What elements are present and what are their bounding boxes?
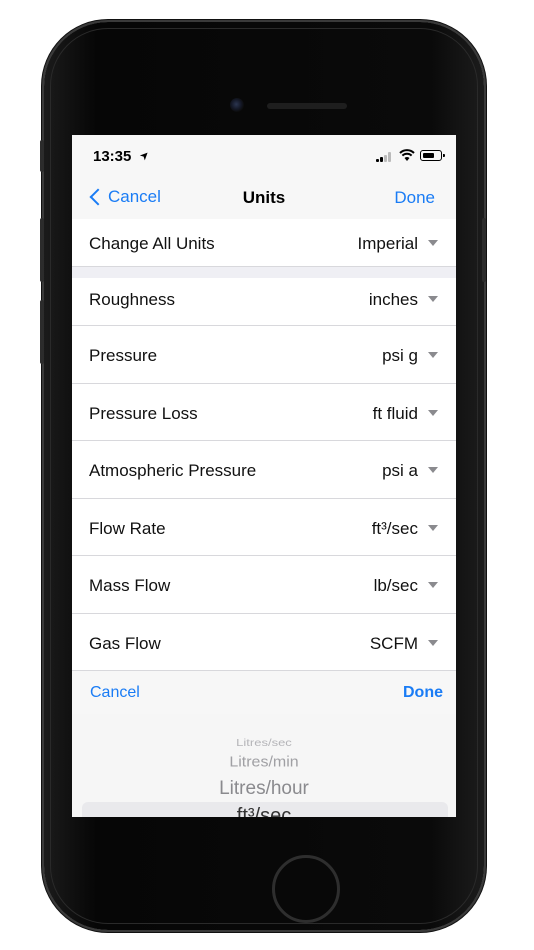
change-all-units-label: Change All Units: [89, 234, 215, 253]
screen: 13:35 ➤ Cancel Units Done Change All Uni…: [72, 135, 456, 817]
unit-label: Atmospheric Pressure: [89, 461, 257, 480]
unit-row-roughness[interactable]: Roughness inches: [72, 278, 456, 326]
picker-option[interactable]: Litres/sec: [72, 737, 456, 749]
unit-label: Flow Rate: [89, 519, 166, 538]
dropdown-caret-icon: [428, 352, 438, 358]
unit-row-pressure[interactable]: Pressure psi g: [72, 326, 456, 384]
unit-value: lb/sec: [373, 576, 418, 595]
unit-value: inches: [368, 290, 418, 309]
location-arrow-icon: ➤: [137, 148, 153, 164]
unit-value: psi a: [382, 461, 418, 480]
dropdown-caret-icon: [428, 296, 438, 302]
picker-option-selected[interactable]: ft³/sec: [72, 805, 456, 817]
power-button: [482, 218, 486, 282]
dropdown-caret-icon: [428, 582, 438, 588]
picker-toolbar: Cancel Done: [72, 670, 456, 715]
picker-option[interactable]: Litres/min: [72, 755, 456, 771]
home-button[interactable]: [272, 855, 340, 923]
mute-switch: [40, 140, 44, 172]
volume-up-button: [40, 218, 44, 282]
battery-icon: [420, 150, 445, 161]
dropdown-caret-icon: [428, 410, 438, 416]
unit-row-mass-flow[interactable]: Mass Flow lb/sec: [72, 556, 456, 614]
unit-value: ft fluid: [372, 404, 418, 423]
dropdown-caret-icon: [428, 525, 438, 531]
navigation-bar: Cancel Units Done: [72, 177, 456, 220]
unit-label: Roughness: [89, 290, 176, 309]
front-camera: [230, 98, 244, 112]
chevron-left-icon: [89, 188, 107, 206]
unit-row-flow-rate[interactable]: Flow Rate ft³/sec: [72, 499, 456, 556]
unit-label: Mass Flow: [89, 576, 171, 595]
picker-done-button[interactable]: Done: [403, 684, 443, 702]
nav-cancel-button[interactable]: Cancel: [88, 187, 161, 207]
unit-row-atmospheric-pressure[interactable]: Atmospheric Pressure psi a: [72, 441, 456, 499]
earpiece-speaker: [267, 103, 347, 109]
dropdown-caret-icon: [428, 467, 438, 473]
change-all-units-row[interactable]: Change All Units Imperial: [72, 219, 456, 267]
unit-value: ft³/sec: [371, 519, 418, 538]
volume-down-button: [40, 300, 44, 364]
unit-value: psi g: [382, 346, 418, 365]
nav-cancel-label: Cancel: [108, 187, 161, 206]
dropdown-caret-icon: [428, 240, 438, 246]
unit-row-gas-flow[interactable]: Gas Flow SCFM: [72, 614, 456, 670]
unit-label: Pressure Loss: [89, 404, 198, 423]
unit-value: SCFM: [369, 634, 418, 653]
status-bar: 13:35 ➤: [72, 135, 456, 177]
nav-done-button[interactable]: Done: [394, 188, 435, 208]
wifi-icon: [399, 149, 415, 161]
picker-cancel-button[interactable]: Cancel: [90, 684, 140, 702]
unit-row-pressure-loss[interactable]: Pressure Loss ft fluid: [72, 384, 456, 441]
change-all-units-value: Imperial: [357, 234, 418, 253]
unit-label: Pressure: [89, 346, 158, 365]
picker-option[interactable]: Litres/hour: [72, 778, 456, 800]
dropdown-caret-icon: [428, 640, 438, 646]
cellular-signal-icon: [376, 152, 396, 162]
status-time: 13:35: [93, 148, 132, 165]
unit-label: Gas Flow: [89, 634, 161, 653]
unit-picker-wheel[interactable]: Litres/sec Litres/min Litres/hour ft³/se…: [72, 714, 456, 817]
